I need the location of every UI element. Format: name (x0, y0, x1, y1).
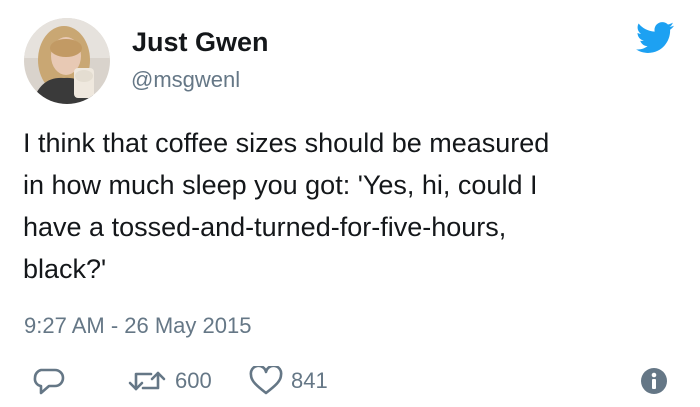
tweet-actions: 600 841 (0, 364, 700, 398)
info-button[interactable] (640, 364, 668, 398)
info-icon (641, 368, 667, 394)
avatar[interactable] (24, 18, 110, 104)
like-button[interactable]: 841 (249, 364, 328, 398)
tweet-text: I think that coffee sizes should be meas… (23, 128, 550, 284)
retweet-icon (128, 371, 166, 391)
twitter-bird-icon[interactable] (635, 22, 674, 53)
user-handle[interactable]: @msgwenl (131, 67, 240, 93)
avatar-image (24, 18, 110, 104)
display-name[interactable]: Just Gwen (132, 27, 269, 58)
retweet-count: 600 (175, 368, 212, 393)
like-count: 841 (291, 368, 328, 393)
tweet-timestamp[interactable]: 9:27 AM - 26 May 2015 (24, 313, 251, 339)
reply-icon (33, 368, 65, 395)
retweet-button[interactable]: 600 (127, 364, 212, 398)
reply-button[interactable] (33, 364, 65, 398)
tweet-card: Just Gwen @msgwenl I think that coffee s… (0, 0, 700, 407)
heart-icon (249, 366, 283, 395)
